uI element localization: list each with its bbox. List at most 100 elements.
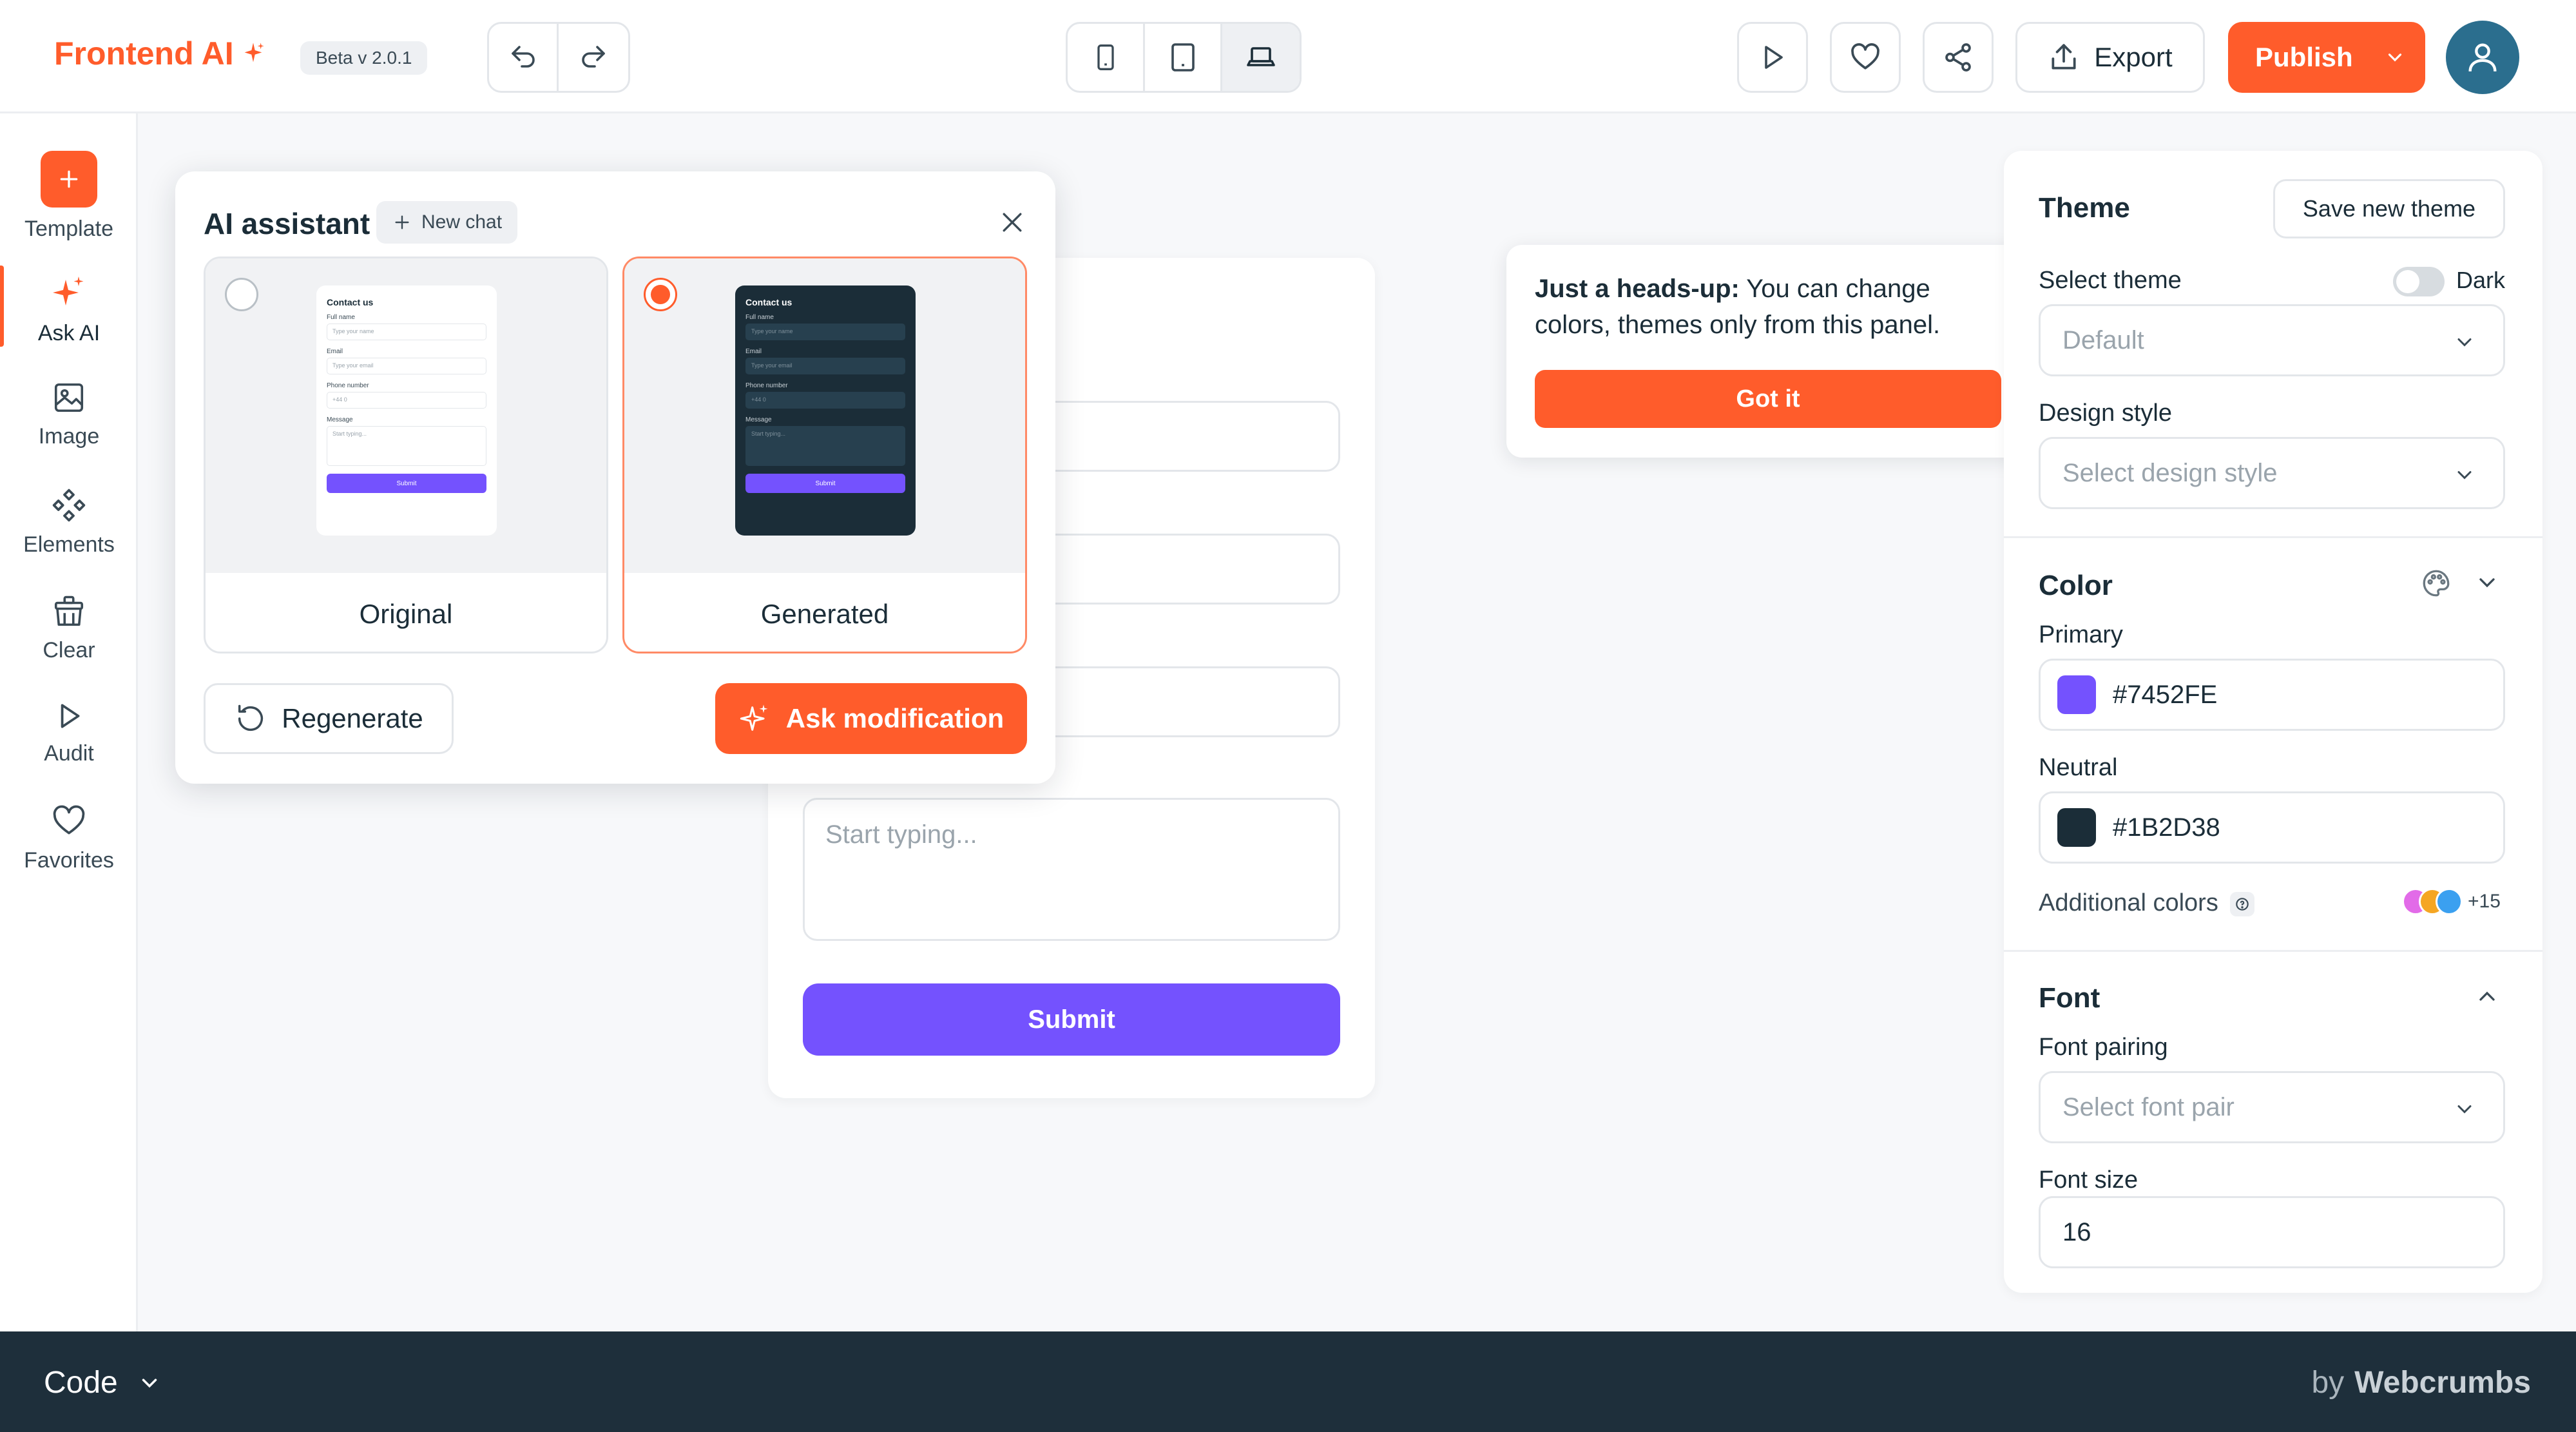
- sidebar-item-template[interactable]: Template: [0, 151, 138, 242]
- additional-colors-label: Additional colors: [2039, 889, 2254, 917]
- mini-label: Full name: [327, 314, 355, 321]
- export-button[interactable]: Export: [2015, 22, 2205, 93]
- mini-submit: Submit: [327, 474, 486, 493]
- version-badge: Beta v 2.0.1: [300, 41, 428, 75]
- sparkle-icon: [244, 43, 264, 63]
- palette-icon[interactable]: [2420, 567, 2452, 599]
- broom-icon: [54, 595, 84, 626]
- favorite-button[interactable]: [1830, 22, 1901, 93]
- mini-textarea: Start typing...: [745, 426, 905, 466]
- neutral-color-field[interactable]: #1B2D38: [2039, 791, 2505, 864]
- redo-button[interactable]: [559, 24, 628, 91]
- chevron-down-icon[interactable]: [2384, 46, 2406, 68]
- share-icon: [1945, 43, 1971, 72]
- primary-color-label: Primary: [2039, 621, 2123, 648]
- primary-swatch[interactable]: [2057, 675, 2096, 714]
- laptop-icon: [1247, 47, 1275, 66]
- share-button[interactable]: [1923, 22, 1994, 93]
- sidebar-item-favorites[interactable]: Favorites: [0, 803, 138, 873]
- design-style-select[interactable]: Select design style: [2039, 437, 2505, 509]
- mini-input: Type your name: [745, 324, 905, 340]
- powered-by[interactable]: by Webcrumbs: [2311, 1365, 2531, 1400]
- sidebar-item-image[interactable]: Image: [0, 380, 138, 449]
- primary-color-field[interactable]: #7452FE: [2039, 659, 2505, 731]
- undo-button[interactable]: [489, 24, 559, 91]
- mini-input: Type your email: [745, 358, 905, 374]
- design-style-label: Design style: [2039, 400, 2172, 427]
- sidebar-item-elements[interactable]: Elements: [0, 487, 138, 557]
- webcrumbs-logo: Webcrumbs: [2354, 1366, 2531, 1400]
- heart-icon: [1851, 43, 1879, 70]
- mini-textarea: Start typing...: [327, 426, 486, 466]
- additional-colors-count: +15: [2468, 891, 2501, 912]
- chevron-down-icon[interactable]: [2474, 570, 2500, 595]
- font-size-input[interactable]: 16: [2039, 1196, 2505, 1268]
- option-original[interactable]: Contact us Full name Type your name Emai…: [204, 256, 608, 653]
- desktop-view-button[interactable]: [1222, 24, 1300, 91]
- mini-label: Email: [327, 348, 343, 355]
- additional-colors-swatches[interactable]: +15: [2402, 888, 2501, 915]
- color-section-title: Color: [2039, 570, 2113, 601]
- heart-icon: [53, 805, 85, 835]
- font-size-label: Font size: [2039, 1166, 2139, 1194]
- neutral-color-label: Neutral: [2039, 754, 2118, 781]
- chevron-down-icon: [2457, 471, 2472, 479]
- publish-button[interactable]: Publish: [2228, 22, 2425, 93]
- sidebar-item-audit[interactable]: Audit: [0, 700, 138, 766]
- code-toggle[interactable]: Code: [44, 1365, 162, 1400]
- dark-mode-toggle[interactable]: [2393, 267, 2445, 296]
- neutral-swatch[interactable]: [2057, 808, 2096, 847]
- original-radio[interactable]: [225, 278, 258, 311]
- theme-panel: Theme Save new theme Select theme Dark D…: [2004, 151, 2542, 1293]
- option-generated[interactable]: Contact us Full name Type your name Emai…: [622, 256, 1027, 653]
- tablet-icon: [1171, 43, 1195, 72]
- generated-radio[interactable]: [644, 278, 677, 311]
- template-plus-button[interactable]: [41, 151, 97, 208]
- device-switcher: [1066, 22, 1302, 93]
- sidebar-item-clear[interactable]: Clear: [0, 594, 138, 663]
- undo-icon: [511, 46, 535, 68]
- close-icon: [1003, 213, 1022, 232]
- divider: [2004, 950, 2542, 952]
- tablet-view-button[interactable]: [1145, 24, 1222, 91]
- new-chat-button[interactable]: New chat: [376, 201, 518, 244]
- sidebar-label-image: Image: [38, 424, 100, 449]
- chevron-up-icon[interactable]: [2474, 983, 2500, 1009]
- elements-icon: [52, 489, 86, 522]
- sidebar-item-ask-ai[interactable]: Ask AI: [0, 266, 138, 347]
- close-button[interactable]: [996, 206, 1028, 238]
- font-pairing-placeholder: Select font pair: [2062, 1092, 2235, 1121]
- generated-preview: Contact us Full name Type your name Emai…: [624, 258, 1025, 573]
- got-it-button[interactable]: Got it: [1535, 370, 2001, 428]
- neutral-color-value: #1B2D38: [2113, 813, 2220, 842]
- theme-select[interactable]: Default: [2039, 304, 2505, 376]
- heads-up-message: Just a heads-up: You can change colors, …: [1535, 271, 1999, 343]
- mini-label: Message: [745, 416, 772, 423]
- brand-logo[interactable]: Frontend AI: [54, 35, 266, 72]
- mini-input: +44 0: [745, 392, 905, 409]
- form-submit-button[interactable]: Submit: [803, 983, 1340, 1056]
- plus-icon: [395, 215, 409, 229]
- image-icon: [54, 383, 84, 412]
- regenerate-button[interactable]: Regenerate: [204, 683, 454, 754]
- preview-button[interactable]: [1737, 22, 1808, 93]
- sparkle-icon: [53, 276, 84, 305]
- help-icon[interactable]: [2229, 891, 2254, 916]
- phone-icon: [1097, 44, 1114, 70]
- mobile-view-button[interactable]: [1068, 24, 1145, 91]
- font-pairing-select[interactable]: Select font pair: [2039, 1071, 2505, 1143]
- divider: [2004, 536, 2542, 538]
- sidebar-label-ask-ai: Ask AI: [37, 321, 101, 345]
- code-label: Code: [44, 1366, 118, 1400]
- save-new-theme-button[interactable]: Save new theme: [2273, 179, 2505, 238]
- chevron-down-icon: [2457, 1105, 2472, 1114]
- ask-modification-button[interactable]: Ask modification: [715, 683, 1027, 754]
- form-message-textarea[interactable]: Start typing...: [803, 798, 1340, 941]
- original-preview: Contact us Full name Type your name Emai…: [206, 258, 606, 573]
- user-avatar[interactable]: [2446, 21, 2519, 94]
- mini-label: Phone number: [327, 382, 369, 389]
- option-generated-label: Generated: [760, 599, 889, 629]
- regenerate-label: Regenerate: [282, 703, 423, 733]
- left-sidebar: Template Ask AI Image Elements Clear Aud…: [0, 113, 138, 1331]
- chevron-down-icon: [142, 1379, 157, 1388]
